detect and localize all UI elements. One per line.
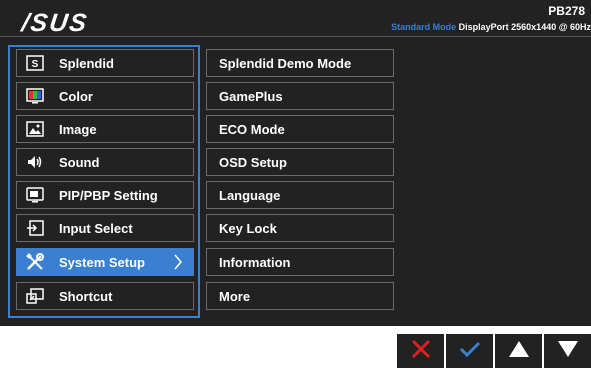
input-select-icon [25, 220, 45, 236]
wrench-screwdriver-icon [25, 253, 45, 270]
triangle-up-icon [508, 340, 530, 363]
status-bar: Standard Mode DisplayPort 2560x1440 @ 60… [391, 22, 591, 32]
check-icon [458, 339, 482, 364]
shortcut-icon [25, 288, 45, 304]
color-icon [25, 88, 45, 104]
signal-info: DisplayPort 2560x1440 @ 60Hz [458, 22, 591, 32]
main-menu: S Splendid Color Image Sound PIP/PBP Set… [8, 45, 200, 318]
sub-item-language[interactable]: Language [206, 181, 394, 209]
sub-item-information[interactable]: Information [206, 248, 394, 276]
menu-item-label: Image [59, 121, 97, 137]
model-name: PB278 [548, 4, 585, 18]
header-divider [0, 36, 591, 37]
sub-item-key-lock[interactable]: Key Lock [206, 214, 394, 242]
sound-icon [25, 154, 45, 170]
down-button[interactable] [544, 334, 591, 368]
navigation-bar [397, 334, 591, 368]
menu-item-sound[interactable]: Sound [16, 148, 194, 176]
menu-item-splendid[interactable]: S Splendid [16, 49, 194, 77]
svg-text:S: S [32, 59, 39, 70]
chevron-right-icon [173, 254, 183, 273]
sub-item-osd-setup[interactable]: OSD Setup [206, 148, 394, 176]
menu-item-label: Input Select [59, 220, 133, 236]
splendid-icon: S [25, 55, 45, 71]
menu-item-color[interactable]: Color [16, 82, 194, 110]
pip-icon [25, 187, 45, 203]
menu-item-pip-pbp[interactable]: PIP/PBP Setting [16, 181, 194, 209]
image-icon [25, 121, 45, 137]
menu-item-image[interactable]: Image [16, 115, 194, 143]
confirm-button[interactable] [446, 334, 493, 368]
menu-item-label: Sound [59, 154, 100, 170]
sub-item-gameplus[interactable]: GamePlus [206, 82, 394, 110]
close-icon [410, 338, 432, 365]
menu-item-label: Splendid [59, 55, 114, 71]
close-button[interactable] [397, 334, 444, 368]
mode-label: Standard Mode [391, 22, 457, 32]
menu-item-system-setup[interactable]: System Setup [16, 248, 194, 276]
menu-item-label: Color [59, 88, 93, 104]
menu-item-label: System Setup [59, 254, 145, 270]
menu-item-label: PIP/PBP Setting [59, 187, 158, 203]
triangle-down-icon [557, 340, 579, 363]
sub-item-splendid-demo-mode[interactable]: Splendid Demo Mode [206, 49, 394, 77]
asus-logo: /SUS [19, 9, 91, 37]
menu-item-input-select[interactable]: Input Select [16, 214, 194, 242]
menu-item-shortcut[interactable]: Shortcut [16, 282, 194, 310]
sub-menu: Splendid Demo Mode GamePlus ECO Mode OSD… [206, 47, 394, 318]
sub-item-eco-mode[interactable]: ECO Mode [206, 115, 394, 143]
sub-item-more[interactable]: More [206, 282, 394, 310]
menu-item-label: Shortcut [59, 288, 113, 304]
up-button[interactable] [495, 334, 542, 368]
osd-window: /SUS PB278 Standard Mode DisplayPort 256… [0, 0, 591, 326]
